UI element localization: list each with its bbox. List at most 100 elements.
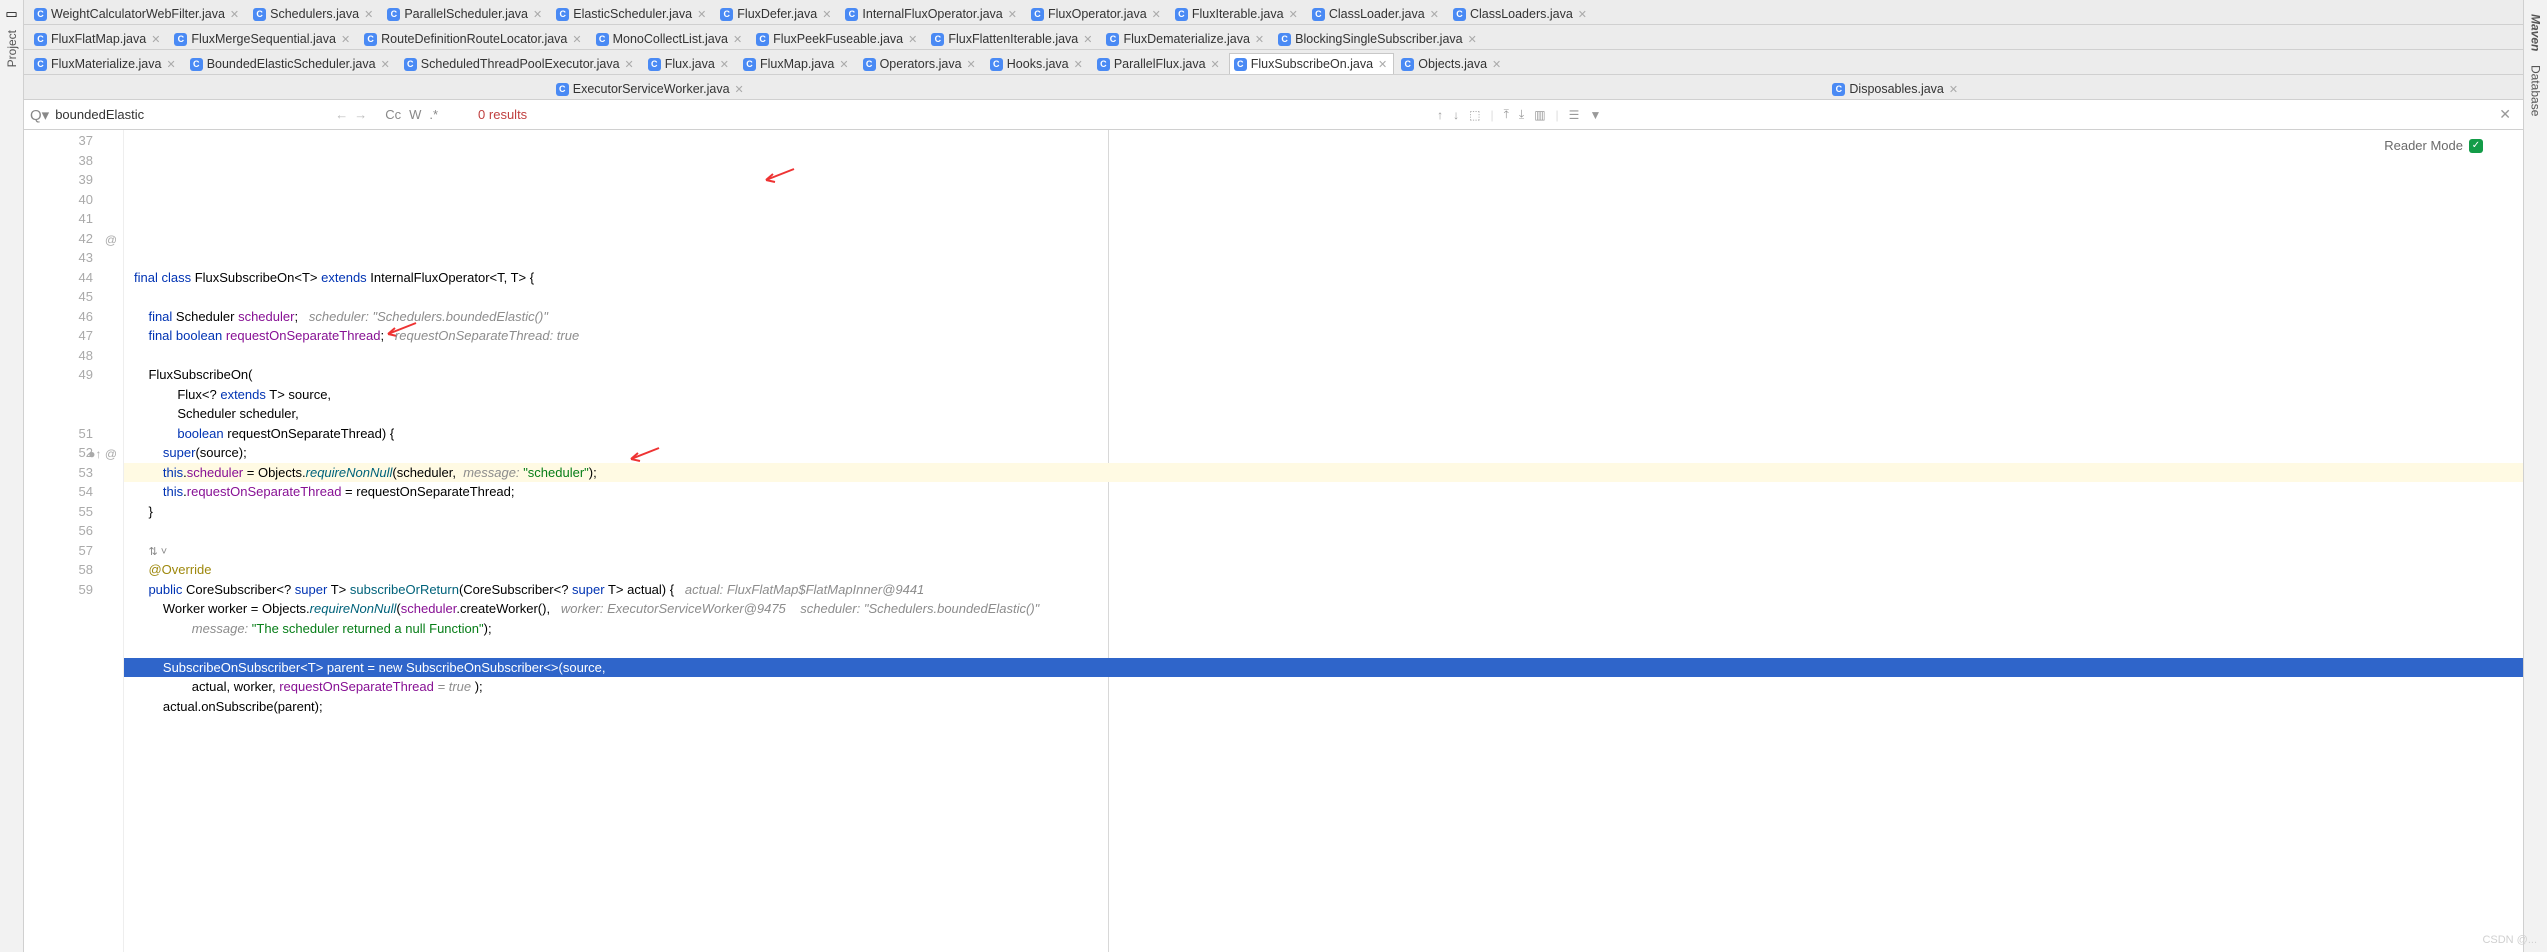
code-line[interactable]: SubscribeOnSubscriber<T> parent = new Su… bbox=[124, 658, 2523, 678]
code-line[interactable]: this.requestOnSeparateThread = requestOn… bbox=[124, 482, 2523, 502]
match-case-toggle[interactable]: Cc bbox=[385, 107, 401, 122]
editor-tab[interactable]: ParallelFlux.java✕ bbox=[1092, 53, 1227, 74]
code-line[interactable]: ⇅ ˅ bbox=[124, 541, 2523, 561]
close-find-icon[interactable]: ✕ bbox=[2493, 106, 2517, 123]
editor-tab[interactable]: ClassLoader.java✕ bbox=[1307, 3, 1446, 24]
code-line[interactable]: FluxSubscribeOn( bbox=[124, 365, 2523, 385]
close-tab-icon[interactable]: ✕ bbox=[230, 8, 239, 21]
tool-icon[interactable]: ▥ bbox=[1534, 108, 1545, 122]
words-toggle[interactable]: W bbox=[409, 107, 421, 122]
close-tab-icon[interactable]: ✕ bbox=[1949, 83, 1958, 96]
close-tab-icon[interactable]: ✕ bbox=[1255, 33, 1264, 46]
rail-database-label[interactable]: Database bbox=[2529, 65, 2543, 116]
code-line[interactable]: } bbox=[124, 502, 2523, 522]
close-tab-icon[interactable]: ✕ bbox=[1083, 33, 1092, 46]
right-tool-rail[interactable]: Maven Database bbox=[2523, 0, 2547, 952]
close-tab-icon[interactable]: ✕ bbox=[166, 58, 175, 71]
close-tab-icon[interactable]: ✕ bbox=[1492, 58, 1501, 71]
rail-project-label[interactable]: Project bbox=[5, 30, 19, 67]
code-line[interactable]: final boolean requestOnSeparateThread; r… bbox=[124, 326, 2523, 346]
tool-icon[interactable]: ⤓ bbox=[1519, 107, 1524, 122]
editor-tab[interactable]: MonoCollectList.java✕ bbox=[591, 28, 750, 49]
editor-tab[interactable]: FluxIterable.java✕ bbox=[1170, 3, 1305, 24]
code-line[interactable] bbox=[124, 716, 2523, 736]
code-line[interactable] bbox=[124, 521, 2523, 541]
close-tab-icon[interactable]: ✕ bbox=[1289, 8, 1298, 21]
close-tab-icon[interactable]: ✕ bbox=[533, 8, 542, 21]
editor-tab[interactable]: FluxFlatMap.java✕ bbox=[29, 28, 167, 49]
down-arrow-icon[interactable]: ↓ bbox=[1453, 108, 1459, 122]
editor-tab[interactable]: FluxDematerialize.java✕ bbox=[1101, 28, 1271, 49]
close-tab-icon[interactable]: ✕ bbox=[822, 8, 831, 21]
close-tab-icon[interactable]: ✕ bbox=[1378, 58, 1387, 71]
code-area[interactable]: Reader Mode ✓ final class FluxSubscribeO… bbox=[124, 130, 2523, 952]
close-tab-icon[interactable]: ✕ bbox=[1008, 8, 1017, 21]
editor-tab[interactable]: RouteDefinitionRouteLocator.java✕ bbox=[359, 28, 588, 49]
code-line[interactable]: actual, worker, requestOnSeparateThread … bbox=[124, 677, 2523, 697]
code-line[interactable]: actual.onSubscribe(parent); bbox=[124, 697, 2523, 717]
close-tab-icon[interactable]: ✕ bbox=[1578, 8, 1587, 21]
code-line[interactable]: Scheduler scheduler, bbox=[124, 404, 2523, 424]
editor-tab[interactable]: FluxPeekFuseable.java✕ bbox=[751, 28, 924, 49]
code-line[interactable]: @Override bbox=[124, 560, 2523, 580]
editor-tab[interactable]: ClassLoaders.java✕ bbox=[1448, 3, 1594, 24]
next-match-icon[interactable]: → bbox=[354, 107, 367, 122]
code-line[interactable] bbox=[124, 638, 2523, 658]
editor-tab[interactable]: ScheduledThreadPoolExecutor.java✕ bbox=[399, 53, 641, 74]
left-tool-rail[interactable]: ▭ Project bbox=[0, 0, 24, 952]
close-tab-icon[interactable]: ✕ bbox=[733, 33, 742, 46]
editor-tab[interactable]: FluxDefer.java✕ bbox=[715, 3, 838, 24]
close-tab-icon[interactable]: ✕ bbox=[364, 8, 373, 21]
close-tab-icon[interactable]: ✕ bbox=[697, 8, 706, 21]
close-tab-icon[interactable]: ✕ bbox=[839, 58, 848, 71]
editor-tab[interactable]: FluxMergeSequential.java✕ bbox=[169, 28, 357, 49]
editor-tab[interactable]: Disposables.java✕ bbox=[1275, 78, 2519, 99]
editor-tab[interactable]: ParallelScheduler.java✕ bbox=[382, 3, 549, 24]
close-tab-icon[interactable]: ✕ bbox=[720, 58, 729, 71]
editor-tab[interactable]: ElasticScheduler.java✕ bbox=[551, 3, 713, 24]
code-line[interactable]: Flux<? extends T> source, bbox=[124, 385, 2523, 405]
close-tab-icon[interactable]: ✕ bbox=[341, 33, 350, 46]
close-tab-icon[interactable]: ✕ bbox=[1074, 58, 1083, 71]
filter-icon[interactable]: ▼ bbox=[1589, 108, 1601, 122]
editor-tab[interactable]: WeightCalculatorWebFilter.java✕ bbox=[29, 3, 246, 24]
close-tab-icon[interactable]: ✕ bbox=[908, 33, 917, 46]
code-line[interactable]: final class FluxSubscribeOn<T> extends I… bbox=[124, 268, 2523, 288]
close-tab-icon[interactable]: ✕ bbox=[151, 33, 160, 46]
editor-tab[interactable]: Objects.java✕ bbox=[1396, 53, 1508, 74]
reader-mode-toggle[interactable]: Reader Mode ✓ bbox=[2384, 136, 2483, 156]
code-line[interactable]: public CoreSubscriber<? super T> subscri… bbox=[124, 580, 2523, 600]
close-tab-icon[interactable]: ✕ bbox=[572, 33, 581, 46]
rail-maven-label[interactable]: Maven bbox=[2529, 14, 2543, 51]
close-tab-icon[interactable]: ✕ bbox=[381, 58, 390, 71]
code-line[interactable] bbox=[124, 346, 2523, 366]
tool-icon[interactable]: ⤒ bbox=[1504, 107, 1509, 122]
up-arrow-icon[interactable]: ↑ bbox=[1437, 108, 1443, 122]
close-tab-icon[interactable]: ✕ bbox=[1468, 33, 1477, 46]
close-tab-icon[interactable]: ✕ bbox=[735, 83, 744, 96]
editor-tab[interactable]: FluxOperator.java✕ bbox=[1026, 3, 1168, 24]
editor-tab[interactable]: FluxFlattenIterable.java✕ bbox=[926, 28, 1099, 49]
code-line[interactable]: super(source); bbox=[124, 443, 2523, 463]
editor-tab[interactable]: FluxMaterialize.java✕ bbox=[29, 53, 183, 74]
code-line[interactable] bbox=[124, 287, 2523, 307]
prev-match-icon[interactable]: ← bbox=[335, 107, 348, 122]
close-tab-icon[interactable]: ✕ bbox=[967, 58, 976, 71]
select-all-icon[interactable]: ⬚ bbox=[1469, 108, 1480, 122]
find-input[interactable] bbox=[55, 107, 315, 122]
editor-tab[interactable]: BlockingSingleSubscriber.java✕ bbox=[1273, 28, 1484, 49]
code-line[interactable]: boolean requestOnSeparateThread) { bbox=[124, 424, 2523, 444]
editor-tab[interactable]: FluxMap.java✕ bbox=[738, 53, 856, 74]
code-line[interactable]: this.scheduler = Objects.requireNonNull(… bbox=[124, 463, 2523, 483]
close-tab-icon[interactable]: ✕ bbox=[625, 58, 634, 71]
editor-tab[interactable]: ExecutorServiceWorker.java✕ bbox=[29, 78, 1273, 99]
editor-tab[interactable]: Operators.java✕ bbox=[858, 53, 983, 74]
close-tab-icon[interactable]: ✕ bbox=[1211, 58, 1220, 71]
code-line[interactable]: message: "The scheduler returned a null … bbox=[124, 619, 2523, 639]
regex-toggle[interactable]: .* bbox=[429, 107, 438, 122]
editor-tab[interactable]: FluxSubscribeOn.java✕ bbox=[1229, 53, 1395, 74]
editor-tab[interactable]: Hooks.java✕ bbox=[985, 53, 1090, 74]
close-tab-icon[interactable]: ✕ bbox=[1430, 8, 1439, 21]
code-line[interactable]: Worker worker = Objects.requireNonNull(s… bbox=[124, 599, 2523, 619]
editor-tab[interactable]: Schedulers.java✕ bbox=[248, 3, 380, 24]
